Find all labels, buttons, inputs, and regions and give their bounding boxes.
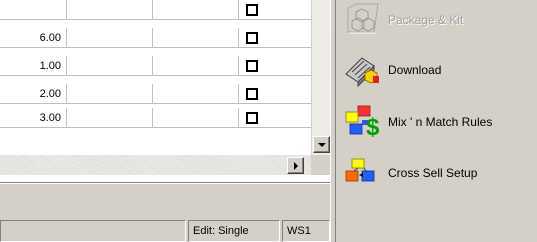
- row-checkbox[interactable]: [246, 88, 258, 100]
- grid-cell[interactable]: [67, 28, 153, 48]
- items-grid[interactable]: 6.00 1.00 2.00 3.00: [0, 0, 311, 134]
- items-grid-area: 6.00 1.00 2.00 3.00: [0, 0, 330, 182]
- svg-text:$: $: [366, 114, 380, 140]
- checkbox-cell[interactable]: [239, 0, 311, 20]
- grid-cell[interactable]: [153, 28, 239, 48]
- horizontal-scrollbar[interactable]: [0, 155, 311, 175]
- qty-cell[interactable]: 6.00: [0, 28, 67, 48]
- status-edit-mode: Edit: Single: [188, 220, 280, 242]
- qty-cell[interactable]: [0, 0, 67, 20]
- grid-cell[interactable]: [153, 0, 239, 20]
- download-label: Download: [388, 63, 442, 77]
- download-icon: [344, 52, 388, 88]
- download-button[interactable]: Download: [344, 52, 534, 88]
- checkbox-cell[interactable]: [239, 56, 311, 76]
- qty-cell[interactable]: 1.00: [0, 56, 67, 76]
- grid-cell[interactable]: [153, 108, 239, 128]
- package-kit-button[interactable]: Package & Kit: [344, 2, 534, 38]
- checkbox-cell[interactable]: [239, 84, 311, 104]
- table-row[interactable]: [0, 0, 311, 20]
- checkbox-cell[interactable]: [239, 108, 311, 128]
- status-panel-main: [0, 220, 186, 242]
- grid-cell[interactable]: [67, 108, 153, 128]
- package-kit-label: Package & Kit: [388, 13, 464, 27]
- cross-sell-icon: [344, 155, 388, 191]
- table-row[interactable]: 2.00: [0, 84, 311, 104]
- pane-divider: [0, 182, 330, 184]
- mix-n-match-icon: $: [344, 104, 388, 141]
- scroll-right-button[interactable]: [287, 157, 304, 174]
- mix-n-match-label: Mix ' n Match Rules: [388, 115, 493, 129]
- grid-cell[interactable]: [153, 56, 239, 76]
- row-checkbox[interactable]: [246, 4, 258, 16]
- row-checkbox[interactable]: [246, 112, 258, 124]
- actions-panel: Package & Kit Download $ Mix ' n Match R…: [336, 0, 537, 242]
- cross-sell-button[interactable]: Cross Sell Setup: [344, 155, 534, 191]
- mix-n-match-button[interactable]: $ Mix ' n Match Rules: [344, 104, 534, 141]
- vertical-scrollbar[interactable]: [311, 0, 330, 155]
- scrollbar-corner: [311, 155, 330, 175]
- grid-cell[interactable]: [67, 0, 153, 20]
- status-workstation: WS1: [282, 220, 330, 242]
- table-row[interactable]: 6.00: [0, 28, 311, 48]
- cross-sell-label: Cross Sell Setup: [388, 166, 478, 180]
- grid-cell[interactable]: [153, 84, 239, 104]
- package-kit-icon: [344, 2, 388, 38]
- scroll-down-button[interactable]: [313, 136, 330, 153]
- checkbox-cell[interactable]: [239, 28, 311, 48]
- qty-cell[interactable]: 2.00: [0, 84, 67, 104]
- qty-cell[interactable]: 3.00: [0, 108, 67, 128]
- grid-cell[interactable]: [67, 56, 153, 76]
- grid-cell[interactable]: [67, 84, 153, 104]
- row-checkbox[interactable]: [246, 32, 258, 44]
- table-row[interactable]: 3.00: [0, 108, 311, 128]
- arrow-right-icon: [294, 162, 298, 170]
- arrow-down-icon: [318, 143, 326, 147]
- table-row[interactable]: 1.00: [0, 56, 311, 76]
- status-bar: Edit: Single WS1: [0, 218, 330, 242]
- row-checkbox[interactable]: [246, 60, 258, 72]
